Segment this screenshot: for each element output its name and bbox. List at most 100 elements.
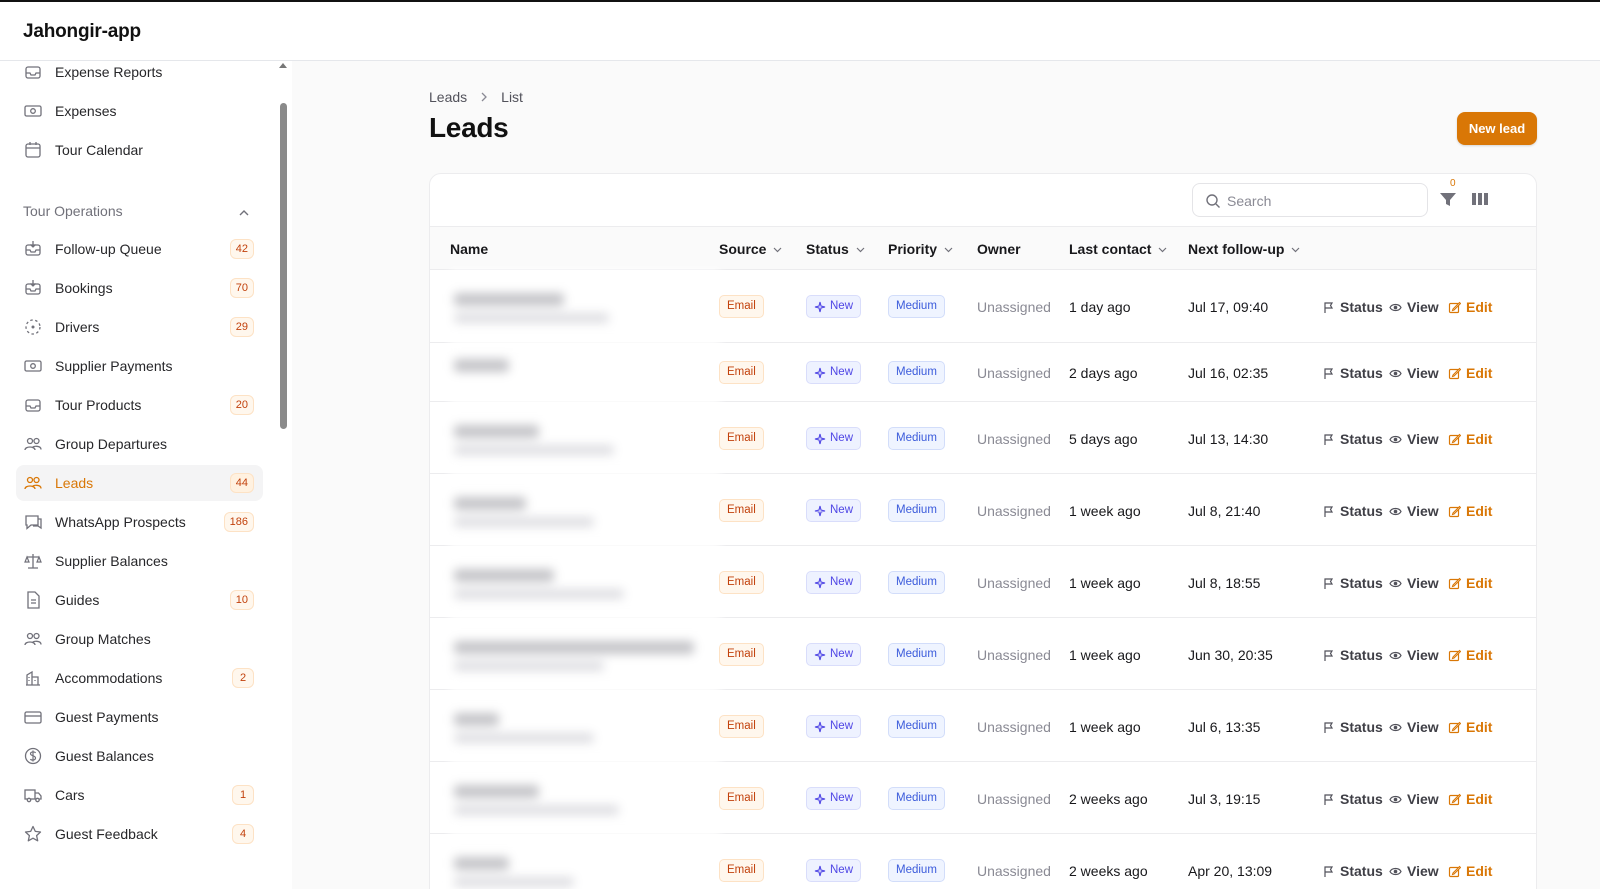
count-badge: 186 [223,512,254,532]
sidebar-item-drivers[interactable]: Drivers 29 [16,309,263,345]
next-follow-up-value: Jul 8, 21:40 [1188,503,1261,519]
sidebar-item-accommodations[interactable]: Accommodations 2 [16,660,263,696]
column-header-last-contact[interactable]: Last contact [1069,241,1168,257]
top-bar: Jahongir-app [0,0,1600,61]
lead-name-blurred[interactable] [450,619,720,690]
lead-name-blurred[interactable] [450,270,720,343]
table-row[interactable]: Email New Medium Unassigned 2 weeks ago Jul 3… [430,763,1536,834]
sidebar-item-tour-calendar[interactable]: Tour Calendar [16,132,263,168]
view-action-button[interactable]: View [1389,791,1439,807]
source-badge: Email [719,859,764,882]
columns-icon[interactable] [1470,189,1490,209]
status-action-button[interactable]: Status [1322,575,1383,591]
next-follow-up-value: Jul 13, 14:30 [1188,431,1269,447]
flag-icon [1324,577,1334,589]
edit-action-button[interactable]: Edit [1448,863,1492,879]
sidebar-group-title[interactable]: Tour Operations [23,203,123,219]
view-action-button[interactable]: View [1389,719,1439,735]
column-header-owner[interactable]: Owner [977,241,1021,257]
edit-action-button[interactable]: Edit [1448,299,1492,315]
status-action-button[interactable]: Status [1322,365,1383,381]
status-action-button[interactable]: Status [1322,791,1383,807]
sidebar-item-leads[interactable]: Leads 44 [16,465,263,501]
new-lead-button[interactable]: New lead [1457,112,1537,145]
status-action-button[interactable]: Status [1322,863,1383,879]
sidebar-item-expense-reports[interactable]: Expense Reports [16,61,263,90]
sidebar-item-whatsapp-prospects[interactable]: WhatsApp Prospects 186 [16,504,263,540]
sidebar-item-expenses[interactable]: Expenses [16,93,263,129]
status-action-button[interactable]: Status [1322,431,1383,447]
column-header-name[interactable]: Name [450,241,488,257]
sidebar-item-guest-payments[interactable]: Guest Payments [16,699,263,735]
chat-icon [25,515,42,530]
status-action-button[interactable]: Status [1322,503,1383,519]
table-row[interactable]: Email New Medium Unassigned 1 week ago Jul 8,… [430,475,1536,546]
view-action-button[interactable]: View [1389,431,1439,447]
table-row[interactable]: Email New Medium Unassigned 5 days ago Jul 13… [430,403,1536,474]
edit-action-button[interactable]: Edit [1448,503,1492,519]
view-action-button[interactable]: View [1389,299,1439,315]
filter-icon[interactable] [1437,188,1459,210]
view-action-button[interactable]: View [1389,365,1439,381]
sidebar-item-guest-feedback[interactable]: Guest Feedback 4 [16,816,263,852]
table-row[interactable]: Email New Medium Unassigned 2 weeks ago Apr 2… [430,835,1536,889]
owner-value: Unassigned [977,647,1051,663]
sidebar-item-cars[interactable]: Cars 1 [16,777,263,813]
table-row[interactable]: Email New Medium Unassigned 1 week ago Jul 6,… [430,691,1536,762]
edit-action-button[interactable]: Edit [1448,647,1492,663]
table-row[interactable]: Email New Medium Unassigned 1 day ago Jul 17,… [430,270,1536,343]
sidebar-item-guides[interactable]: Guides 10 [16,582,263,618]
app-title[interactable]: Jahongir-app [23,21,141,43]
edit-icon [1448,367,1461,379]
edit-action-button[interactable]: Edit [1448,791,1492,807]
lead-name-blurred[interactable] [450,475,720,546]
view-action-button[interactable]: View [1389,647,1439,663]
status-action-button[interactable]: Status [1322,299,1383,315]
search-icon [1206,194,1220,208]
last-contact-value: 1 week ago [1069,647,1141,663]
next-follow-up-value: Jul 3, 19:15 [1188,791,1261,807]
breadcrumb-leads[interactable]: Leads [429,89,467,105]
search-box[interactable] [1192,183,1428,217]
edit-action-button[interactable]: Edit [1448,431,1492,447]
search-input[interactable] [1227,190,1417,212]
table-row[interactable]: Email New Medium Unassigned 2 days ago Jul 16… [430,344,1536,402]
edit-action-button[interactable]: Edit [1448,575,1492,591]
sidebar-item-follow-up-queue[interactable]: Follow-up Queue 42 [16,231,263,267]
view-action-button[interactable]: View [1389,503,1439,519]
lead-name-blurred[interactable] [450,835,720,889]
lead-name-blurred[interactable] [450,344,720,402]
column-header-next-follow-up[interactable]: Next follow-up [1188,241,1301,257]
sidebar-item-guest-balances[interactable]: Guest Balances [16,738,263,774]
chevron-up-icon[interactable] [237,206,251,220]
sidebar-scrollbar[interactable] [280,103,287,429]
flag-icon [1324,793,1334,805]
count-badge: 10 [229,590,254,610]
sidebar-item-group-matches[interactable]: Group Matches [16,621,263,657]
column-header-status[interactable]: Status [806,241,866,257]
view-action-button[interactable]: View [1389,863,1439,879]
edit-action-button[interactable]: Edit [1448,719,1492,735]
flag-icon [1324,505,1334,517]
leads-table-card: 0 Name Source Status Priority Owner Last… [429,173,1537,889]
status-action-button[interactable]: Status [1322,647,1383,663]
sidebar-item-bookings[interactable]: Bookings 70 [16,270,263,306]
lead-name-blurred[interactable] [450,403,720,474]
sidebar-item-supplier-payments[interactable]: Supplier Payments [16,348,263,384]
status-action-button[interactable]: Status [1322,719,1383,735]
edit-action-button[interactable]: Edit [1448,365,1492,381]
table-row[interactable]: Email New Medium Unassigned 1 week ago Jun 30… [430,619,1536,690]
view-action-button[interactable]: View [1389,575,1439,591]
source-badge: Email [719,571,764,594]
sidebar-item-tour-products[interactable]: Tour Products 20 [16,387,263,423]
table-row[interactable]: Email New Medium Unassigned 1 week ago Jul 8,… [430,547,1536,618]
scroll-up-arrow-icon[interactable] [279,63,287,68]
column-header-source[interactable]: Source [719,241,783,257]
lead-name-blurred[interactable] [450,547,720,618]
lead-name-blurred[interactable] [450,691,720,762]
column-header-priority[interactable]: Priority [888,241,954,257]
sidebar-item-label: Guest Payments [55,709,159,725]
lead-name-blurred[interactable] [450,763,720,834]
sidebar-item-supplier-balances[interactable]: Supplier Balances [16,543,263,579]
sidebar-item-group-departures[interactable]: Group Departures [16,426,263,462]
